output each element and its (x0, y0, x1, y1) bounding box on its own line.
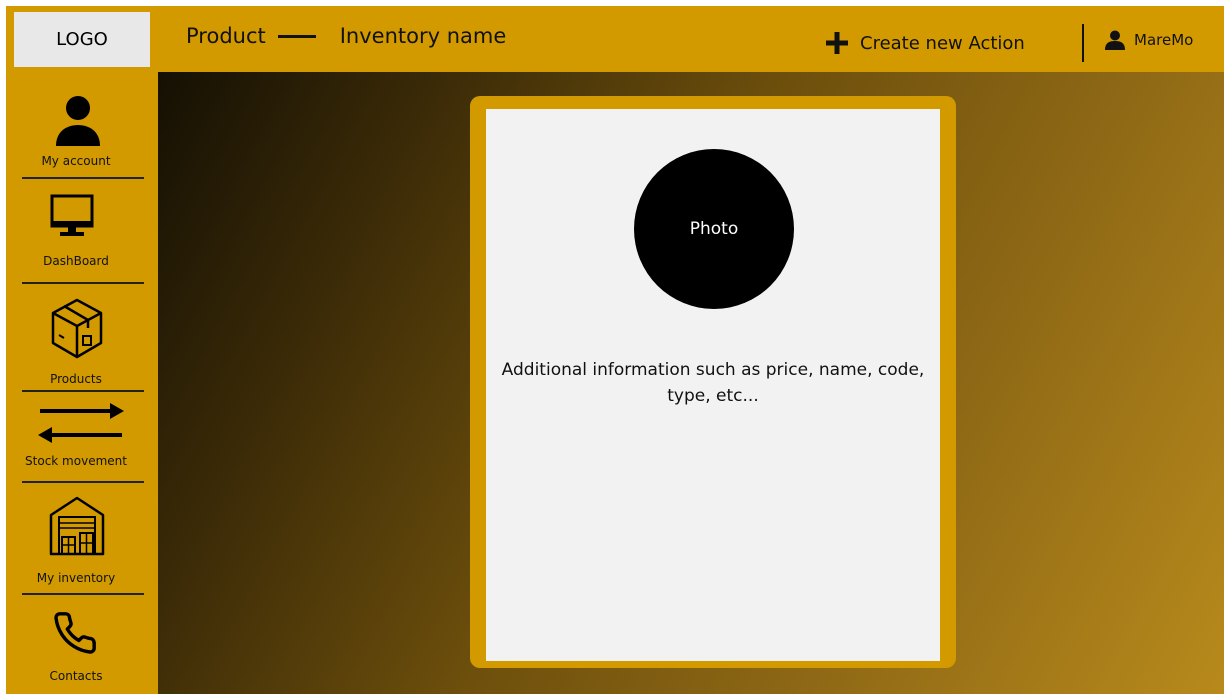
user-menu[interactable]: MareMo (1104, 30, 1193, 50)
title-dash (277, 34, 316, 38)
product-card: Photo Additional information such as pri… (486, 109, 940, 661)
sidebar: My account DashBoard Products Stock move… (6, 72, 158, 694)
sidebar-item-label: My account (41, 154, 111, 168)
sidebar-item-my-account[interactable]: My account (6, 72, 158, 184)
product-info-text: Additional information such as price, na… (501, 360, 925, 406)
create-action-button[interactable]: Create new Action (826, 32, 1025, 54)
sidebar-item-label: DashBoard (43, 254, 109, 268)
app-window: LOGO Product Inventory name Create new A… (6, 6, 1224, 694)
sidebar-item-label: Contacts (49, 669, 103, 683)
sidebar-item-my-inventory[interactable]: My inventory (6, 483, 158, 593)
phone-icon (54, 612, 96, 654)
product-label: Product (186, 24, 266, 48)
sidebar-item-label: My inventory (36, 571, 116, 585)
sidebar-item-label: Stock movement (25, 454, 127, 468)
plus-icon (826, 32, 848, 54)
create-action-label: Create new Action (860, 32, 1025, 54)
product-photo[interactable]: Photo (634, 149, 794, 309)
logo[interactable]: LOGO (14, 12, 150, 67)
arrows-icon (38, 403, 124, 443)
sidebar-item-label: Products (50, 372, 102, 386)
photo-label: Photo (689, 219, 739, 239)
header-divider (1082, 24, 1084, 62)
main-area: Photo Additional information such as pri… (158, 72, 1224, 694)
sidebar-divider (22, 177, 144, 179)
sidebar-item-products[interactable]: Products (6, 284, 158, 392)
box-icon (51, 298, 103, 359)
inventory-name: Inventory name (339, 24, 507, 48)
page-title: Product Inventory name (186, 24, 506, 48)
user-icon (1105, 30, 1125, 50)
monitor-icon (50, 194, 94, 236)
warehouse-icon (49, 496, 105, 556)
sidebar-item-dashboard[interactable]: DashBoard (6, 180, 158, 284)
username: MareMo (1134, 31, 1194, 49)
person-icon (56, 96, 100, 146)
sidebar-item-contacts[interactable]: Contacts (6, 595, 158, 694)
sidebar-item-stock-movement[interactable]: Stock movement (6, 392, 158, 482)
product-card-frame: Photo Additional information such as pri… (470, 96, 956, 668)
